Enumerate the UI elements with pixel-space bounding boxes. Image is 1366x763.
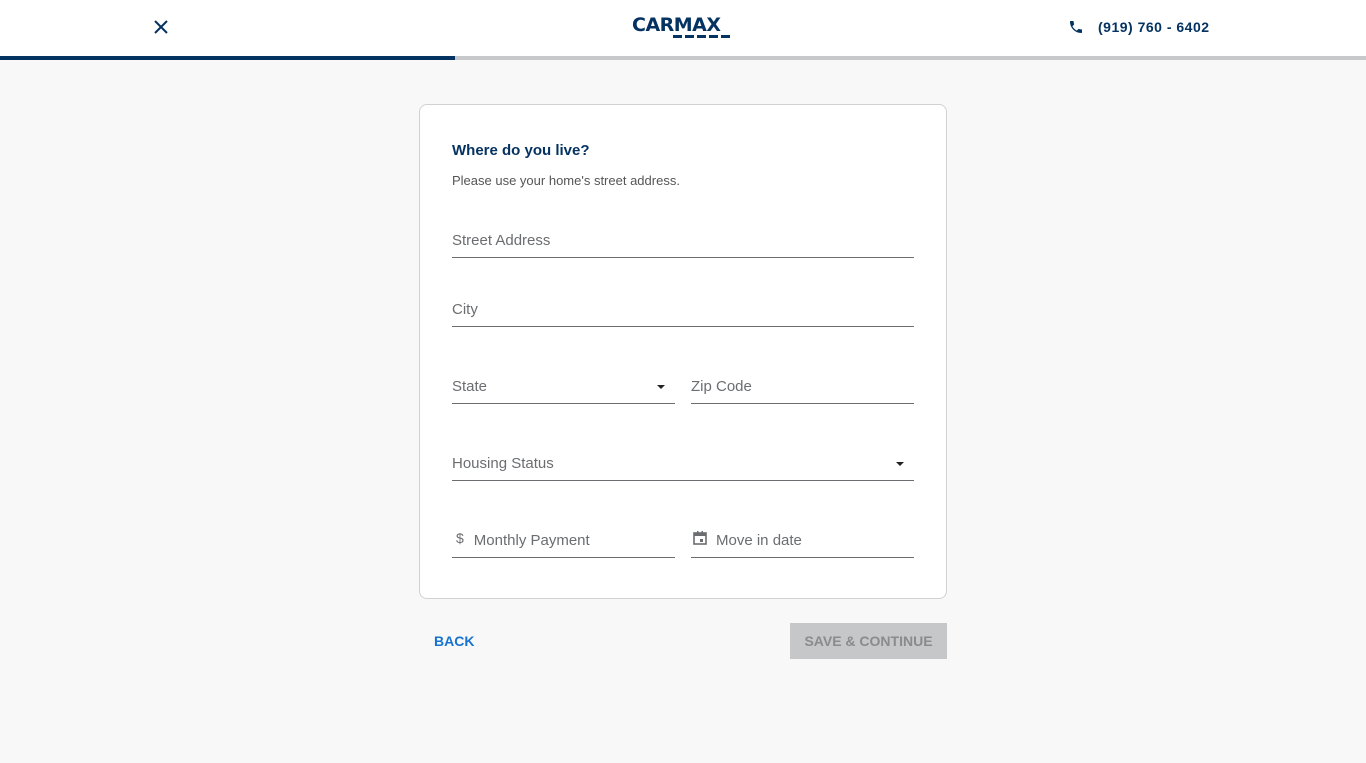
zip-code-input[interactable]: Zip Code <box>691 370 914 404</box>
dollar-icon: $ <box>456 529 464 546</box>
street-address-input[interactable]: Street Address <box>452 224 914 258</box>
dropdown-arrow-icon <box>657 385 665 389</box>
form-title: Where do you live? <box>452 142 590 159</box>
calendar-icon <box>693 530 707 545</box>
phone-link[interactable]: (919) 760 - 6402 <box>1068 19 1210 35</box>
city-input[interactable]: City <box>452 293 914 327</box>
progress-bar <box>0 56 1366 60</box>
phone-icon <box>1070 21 1082 33</box>
housing-status-select[interactable]: Housing Status <box>452 447 914 481</box>
close-icon[interactable] <box>150 16 172 38</box>
phone-number: (919) 760 - 6402 <box>1098 19 1210 35</box>
form-subtitle: Please use your home's street address. <box>452 173 680 188</box>
address-form-card: Where do you live? Please use your home'… <box>419 104 947 599</box>
header: CARMAX (919) 760 - 6402 <box>0 0 1366 56</box>
monthly-payment-input[interactable]: $ Monthly Payment <box>452 524 675 558</box>
state-select[interactable]: State <box>452 370 675 404</box>
save-continue-button[interactable]: SAVE & CONTINUE <box>790 623 947 659</box>
dropdown-arrow-icon <box>896 462 904 466</box>
move-in-date-input[interactable]: Move in date <box>691 524 914 558</box>
back-button[interactable]: BACK <box>434 633 474 649</box>
carmax-logo: CARMAX <box>632 15 734 41</box>
